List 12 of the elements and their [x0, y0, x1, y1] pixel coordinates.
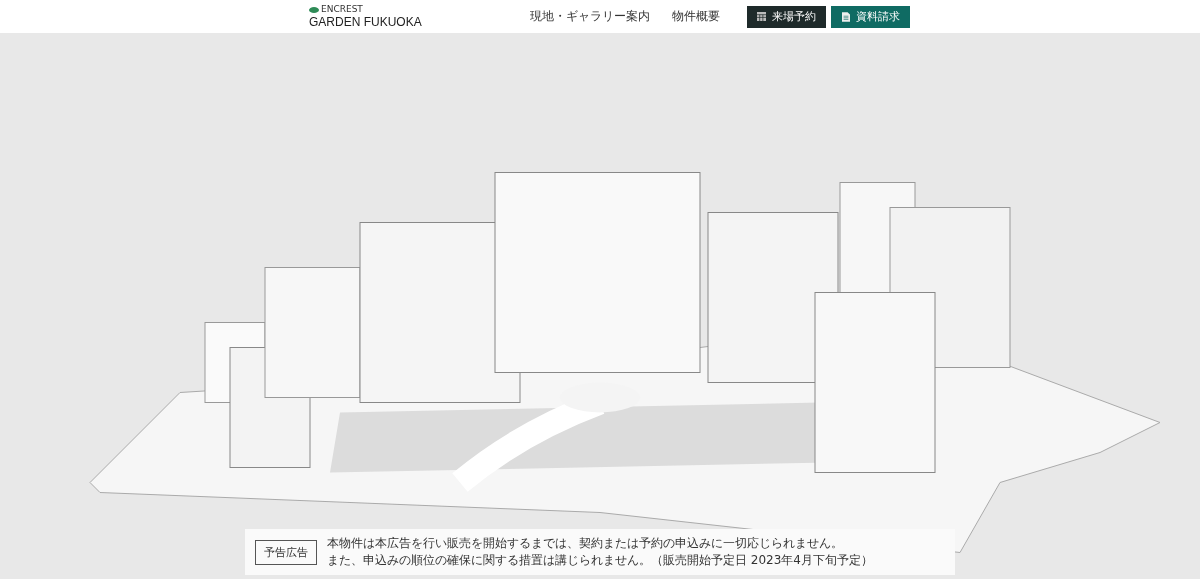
nav-link[interactable]: 現地・ギャラリー案内	[530, 8, 650, 25]
disclaimer-text: また、申込みの順位の確保に関する措置は講じられません。（販売開始予定日 2023年4月下旬予定）	[327, 552, 873, 569]
leaf-icon	[309, 6, 319, 13]
calendar-icon	[757, 12, 766, 21]
brochure-request-button[interactable]: 資料請求	[831, 5, 910, 28]
logo-small: ENCREST	[321, 5, 363, 14]
logo[interactable]: GARDEN FUKUOKA	[309, 16, 422, 28]
visit-reservation-button[interactable]: 来場予約	[747, 5, 826, 28]
disclaimer-text: 本物件は本広告を行い販売を開始するまでは、契約または予約の申込みに一切応じられません。	[327, 535, 844, 553]
document-icon	[841, 11, 850, 22]
advance-notice-badge: 予告広告	[255, 539, 317, 565]
nav-link[interactable]: 物件概要	[672, 8, 720, 25]
